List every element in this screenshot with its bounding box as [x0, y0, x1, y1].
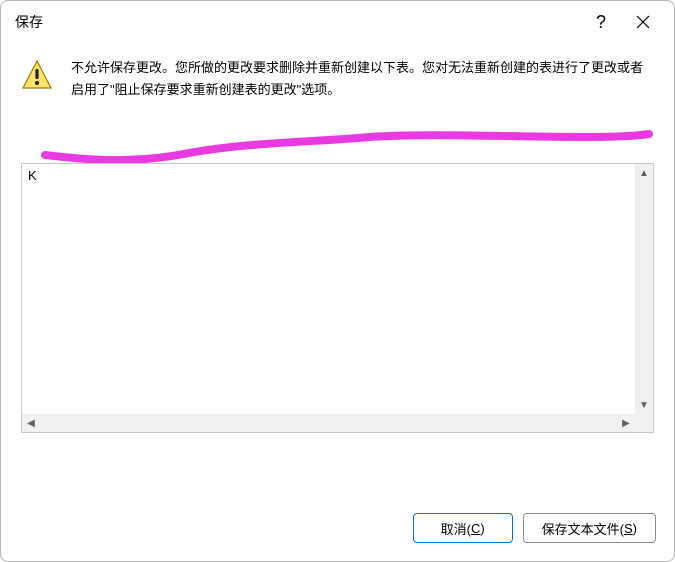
btn-accesskey: S	[624, 521, 633, 536]
scroll-up-icon[interactable]: ▲	[635, 164, 653, 182]
vertical-scrollbar[interactable]: ▲ ▼	[635, 164, 653, 414]
dialog-window: 保存 ? 不允许保存更改。您所做的更改要求删除并重新创建以下表。您对无法重新创建…	[0, 0, 675, 562]
scroll-left-icon[interactable]: ◀	[22, 414, 40, 432]
horizontal-scrollbar[interactable]: ◀ ▶	[22, 414, 653, 432]
close-icon	[636, 15, 650, 29]
message-row: 不允许保存更改。您所做的更改要求删除并重新创建以下表。您对无法重新创建的表进行了…	[21, 57, 654, 101]
annotation-highlight	[39, 93, 653, 163]
btn-accesskey: C	[471, 521, 480, 536]
list-item[interactable]: K	[28, 168, 647, 183]
table-list[interactable]: K ▲ ▼ ◀ ▶	[21, 163, 654, 433]
btn-text-post: )	[480, 521, 484, 536]
help-button[interactable]: ?	[580, 1, 622, 43]
cancel-button[interactable]: 取消(C)	[413, 513, 513, 543]
scroll-down-icon[interactable]: ▼	[635, 396, 653, 414]
scroll-right-icon[interactable]: ▶	[617, 414, 635, 432]
warning-icon	[21, 59, 53, 91]
btn-text: 保存文本文件(	[542, 519, 624, 538]
message-text: 不允许保存更改。您所做的更改要求删除并重新创建以下表。您对无法重新创建的表进行了…	[71, 57, 654, 101]
list-body: K	[22, 164, 653, 432]
dialog-content: 不允许保存更改。您所做的更改要求删除并重新创建以下表。您对无法重新创建的表进行了…	[1, 43, 674, 493]
save-text-file-button[interactable]: 保存文本文件(S)	[523, 513, 656, 543]
dialog-title: 保存	[15, 12, 580, 32]
close-button[interactable]	[622, 1, 664, 43]
btn-text: 取消(	[441, 519, 471, 538]
btn-text-post: )	[633, 521, 637, 536]
titlebar: 保存 ?	[1, 1, 674, 43]
button-row: 取消(C) 保存文本文件(S)	[1, 493, 674, 561]
